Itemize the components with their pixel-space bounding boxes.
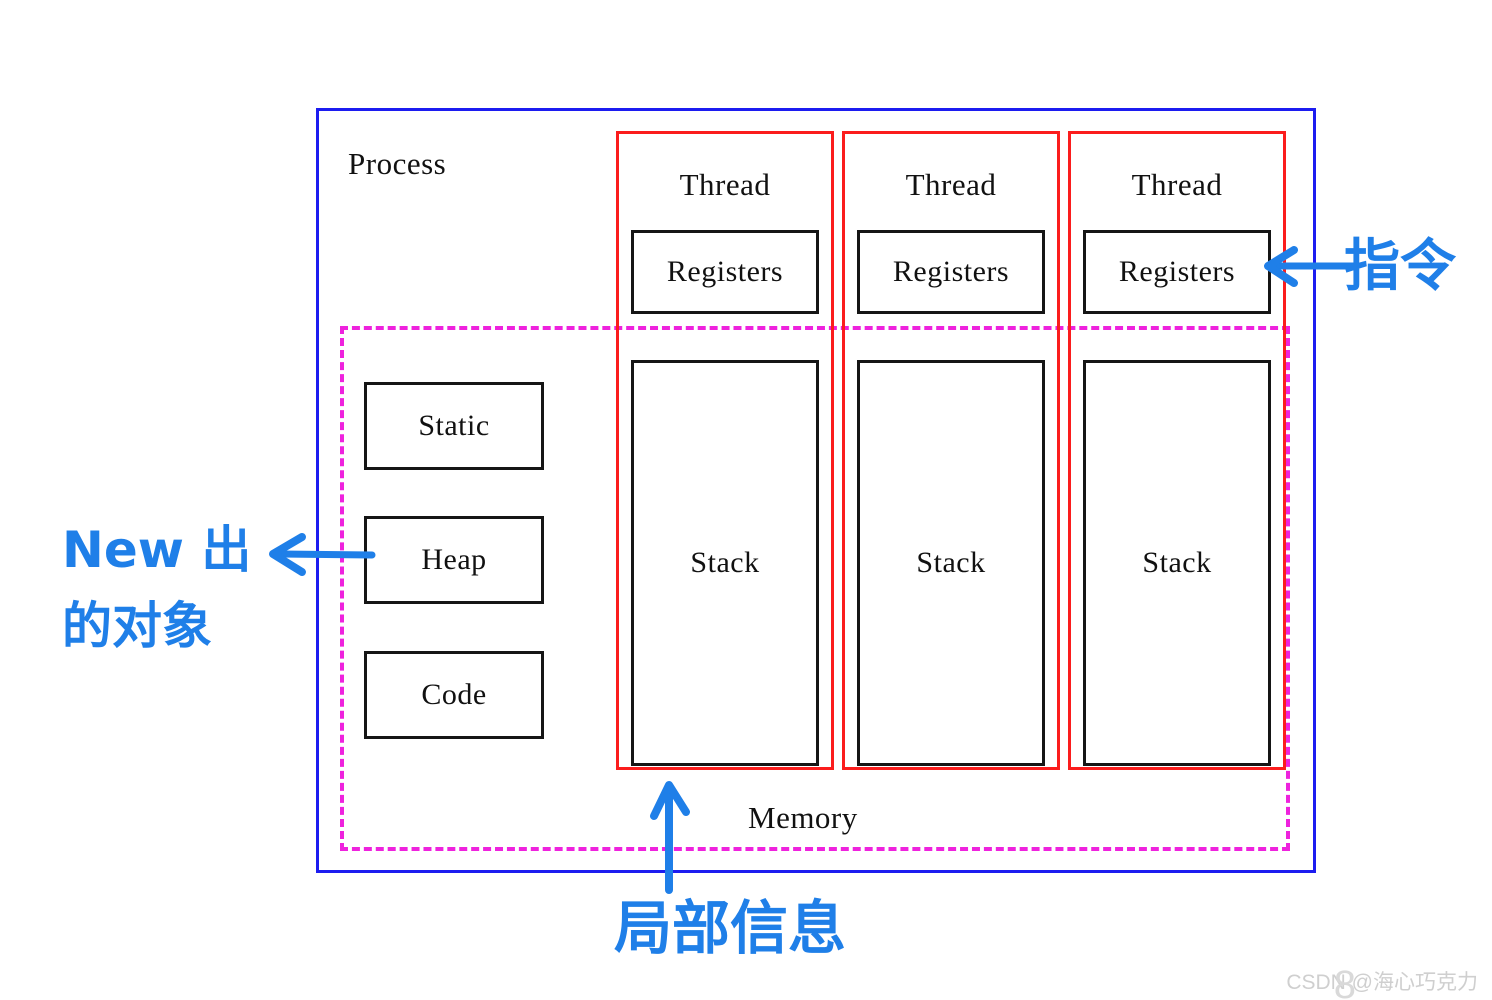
thread-column-3: Thread Registers Stack xyxy=(1068,131,1286,770)
watermark-text: CSDN @海心巧克力 xyxy=(1286,971,1478,994)
segment-box-static: Static xyxy=(364,382,544,470)
annotation-new-object-line1: New 出 xyxy=(62,521,252,579)
thread-column-1: Thread Registers Stack xyxy=(616,131,834,770)
watermark-mark: 8 xyxy=(1333,963,1356,1000)
thread-title-2: Thread xyxy=(905,167,997,202)
thread-title-3: Thread xyxy=(1131,167,1223,202)
stack-box-2: Stack xyxy=(857,360,1045,766)
process-label: Process xyxy=(348,146,447,181)
memory-label: Memory xyxy=(748,800,858,835)
stack-box-3: Stack xyxy=(1083,360,1271,766)
thread-column-2: Thread Registers Stack xyxy=(842,131,1060,770)
segment-box-code: Code xyxy=(364,651,544,739)
registers-box-2: Registers xyxy=(857,230,1045,314)
annotation-new-object-line2: 的对象 xyxy=(62,597,212,655)
registers-box-3: Registers xyxy=(1083,230,1271,314)
diagram-canvas: Process Memory Static Heap Code Thread R… xyxy=(0,0,1492,1000)
annotation-local-info: 局部信息 xyxy=(614,894,847,962)
stack-box-1: Stack xyxy=(631,360,819,766)
annotation-instruction: 指令 xyxy=(1344,234,1456,299)
registers-box-1: Registers xyxy=(631,230,819,314)
thread-title-1: Thread xyxy=(679,167,771,202)
segment-box-heap: Heap xyxy=(364,516,544,604)
